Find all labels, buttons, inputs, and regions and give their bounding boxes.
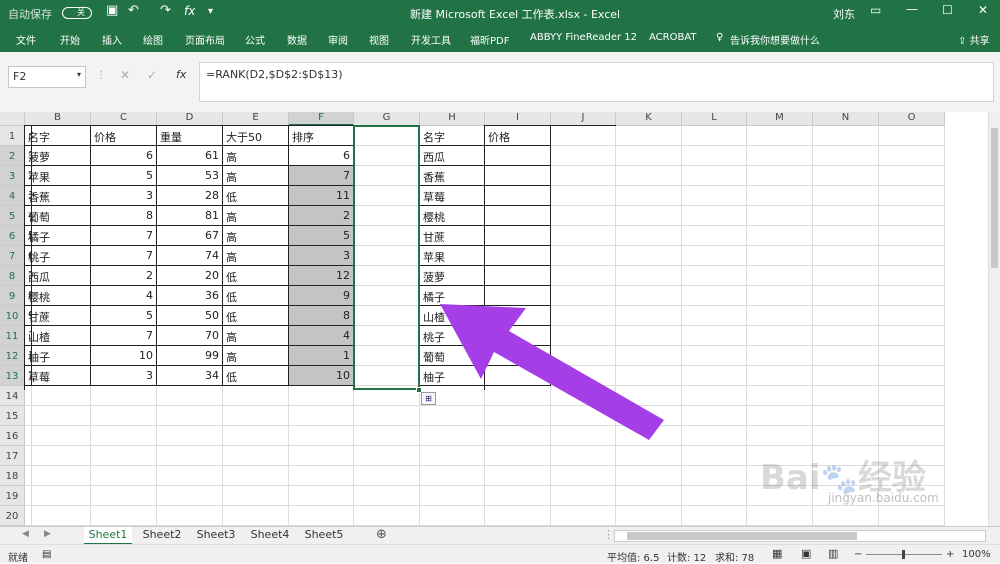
name-box[interactable]: F2 ▾ — [8, 66, 86, 88]
tab-foxit-pdf[interactable]: 福昕PDF — [470, 32, 509, 47]
tab-insert[interactable]: 插入 — [102, 32, 122, 47]
sheet-tab-sheet1[interactable]: Sheet1 — [84, 527, 132, 545]
autosave-label: 自动保存 — [8, 8, 52, 21]
prev-sheet-icon[interactable]: ◀ — [22, 529, 29, 539]
page-break-view-icon[interactable]: ▥ — [828, 547, 838, 560]
sheet-tab-sheet2[interactable]: Sheet2 — [138, 527, 186, 545]
lightbulb-icon: ♀ — [716, 32, 724, 43]
formula-input[interactable]: =RANK(D2,$D$2:$D$13) — [199, 62, 994, 102]
tab-page-layout[interactable]: 页面布局 — [185, 32, 225, 47]
ribbon-tabs: 文件 开始 插入 绘图 页面布局 公式 数据 审阅 视图 开发工具 福昕PDF … — [0, 26, 1000, 52]
ribbon-display-icon[interactable]: ▭ — [870, 3, 881, 17]
function-icon[interactable]: fx — [184, 4, 195, 18]
autosave-toggle[interactable]: 关 — [62, 7, 92, 19]
status-sum: 求和: 78 — [715, 553, 755, 564]
tell-me-search[interactable]: 告诉我你想要做什么 — [730, 32, 820, 47]
macro-record-icon[interactable]: ▤ — [42, 549, 51, 560]
zoom-out-icon[interactable]: − — [854, 549, 862, 560]
maximize-icon[interactable]: ☐ — [942, 3, 953, 17]
tab-data[interactable]: 数据 — [287, 32, 307, 47]
status-count: 计数: 12 — [667, 553, 707, 564]
tab-split-handle[interactable]: ⋮ — [603, 528, 614, 541]
status-average: 平均值: 6.5 — [607, 553, 660, 564]
user-name[interactable]: 刘东 — [833, 6, 855, 22]
horizontal-scrollbar[interactable] — [614, 530, 986, 542]
vertical-scrollbar[interactable] — [988, 112, 1000, 526]
normal-view-icon[interactable]: ▦ — [772, 547, 782, 560]
save-icon[interactable]: ▣ — [106, 3, 118, 18]
tab-view[interactable]: 视图 — [369, 32, 389, 47]
tab-draw[interactable]: 绘图 — [143, 32, 163, 47]
insert-function-icon[interactable]: fx — [176, 68, 186, 81]
close-icon[interactable]: ✕ — [978, 3, 988, 17]
watermark-url: jingyan.baidu.com — [828, 491, 939, 505]
tab-review[interactable]: 审阅 — [328, 32, 348, 47]
undo-icon[interactable]: ↶ — [128, 3, 139, 18]
sheet-tabs-bar: ◀ ▶ Sheet1 Sheet2 Sheet3 Sheet4 Sheet5 ⊕… — [0, 526, 1000, 545]
customize-icon[interactable]: ▾ — [208, 6, 213, 17]
status-mode: 就绪 — [8, 553, 28, 564]
status-bar: 就绪 ▤ 平均值: 6.5 计数: 12 求和: 78 ▦ ▣ ▥ − + 10… — [0, 544, 1000, 564]
name-box-dropdown-icon[interactable]: ▾ — [77, 70, 81, 79]
next-sheet-icon[interactable]: ▶ — [44, 529, 51, 539]
sheet-tab-sheet3[interactable]: Sheet3 — [192, 527, 240, 545]
sheet-tab-sheet5[interactable]: Sheet5 — [300, 527, 348, 545]
tab-developer[interactable]: 开发工具 — [411, 32, 451, 47]
cancel-icon[interactable]: ✕ — [120, 68, 130, 82]
share-button[interactable]: ⇪ 共享 — [958, 32, 990, 47]
minimize-icon[interactable]: — — [906, 2, 918, 16]
arrow-shape — [440, 304, 664, 440]
window-title: 新建 Microsoft Excel 工作表.xlsx - Excel — [410, 8, 621, 21]
page-layout-view-icon[interactable]: ▣ — [801, 547, 811, 560]
share-icon: ⇪ — [958, 36, 967, 47]
sheet-tab-sheet4[interactable]: Sheet4 — [246, 527, 294, 545]
zoom-in-icon[interactable]: + — [946, 549, 954, 560]
redo-icon[interactable]: ↷ — [160, 3, 171, 18]
spreadsheet-grid[interactable]: ABCDEFGHIJKLMNO 123456789101112131415161… — [0, 112, 1000, 526]
drag-handle-icon[interactable]: ⋮ — [96, 70, 106, 81]
scroll-thumb[interactable] — [991, 128, 998, 268]
add-sheet-icon[interactable]: ⊕ — [376, 527, 387, 542]
zoom-level[interactable]: 100% — [962, 549, 991, 560]
zoom-slider-thumb[interactable] — [902, 550, 905, 559]
zoom-slider[interactable] — [866, 550, 942, 559]
tab-home[interactable]: 开始 — [60, 32, 80, 47]
tab-file[interactable]: 文件 — [16, 32, 36, 47]
title-bar: 自动保存 关 ▣ ↶ ↷ fx ▾ 新建 Microsoft Excel 工作表… — [0, 0, 1000, 26]
tab-abbyy[interactable]: ABBYY FineReader 12 — [530, 32, 637, 43]
horizontal-scroll-thumb[interactable] — [627, 532, 857, 540]
tab-formulas[interactable]: 公式 — [245, 32, 265, 47]
tab-acrobat[interactable]: ACROBAT — [649, 32, 697, 43]
enter-icon[interactable]: ✓ — [147, 68, 157, 82]
formula-bar: F2 ▾ ⋮ ✕ ✓ fx =RANK(D2,$D$2:$D$13) — [0, 52, 1000, 108]
